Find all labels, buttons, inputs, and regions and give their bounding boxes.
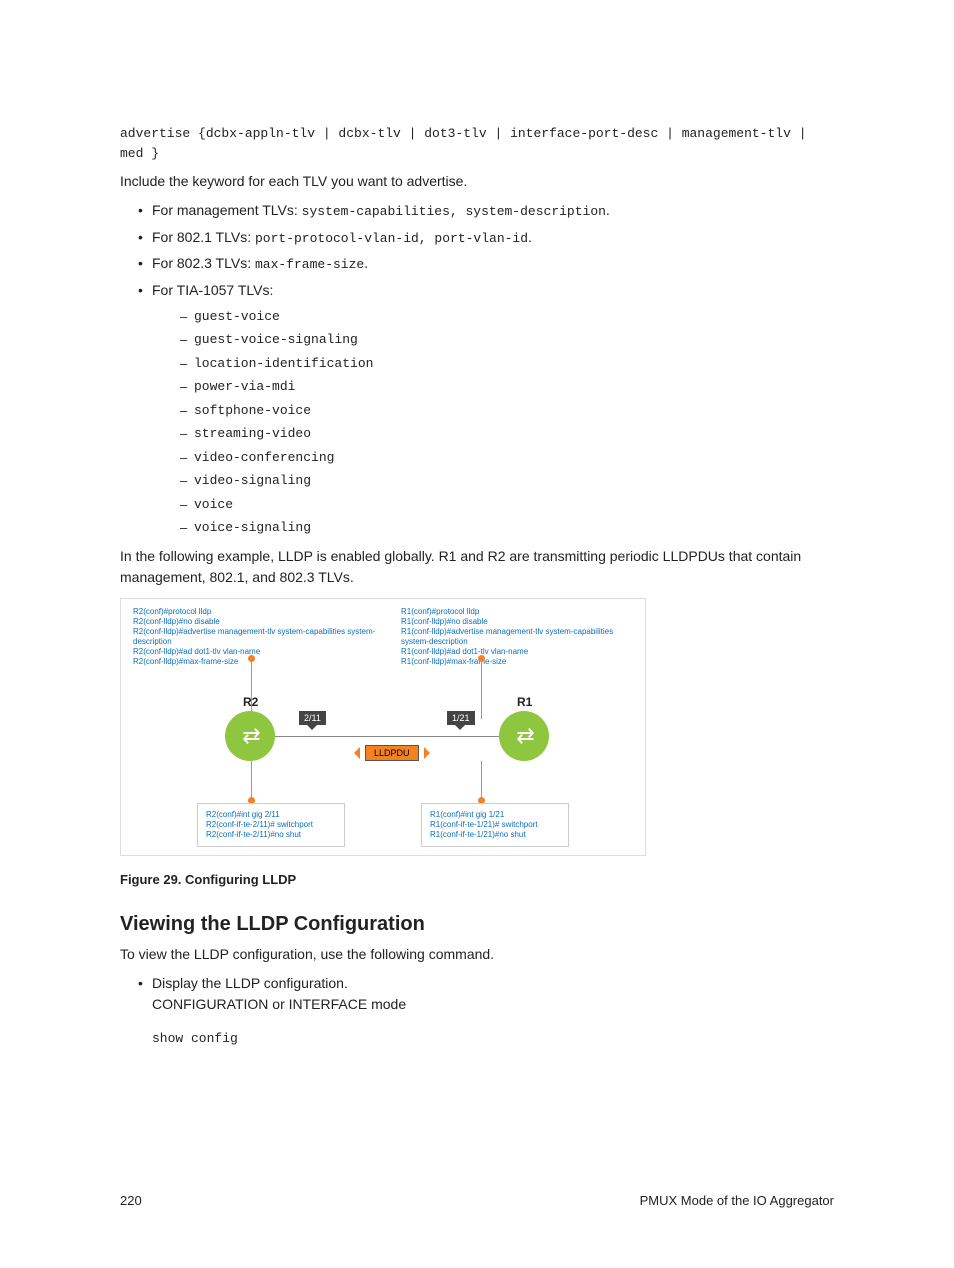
connector-dot	[478, 655, 485, 662]
tlv-group-label: For 802.3 TLVs:	[152, 255, 251, 271]
tlv-group-item: For 802.3 TLVs: max-frame-size.	[138, 253, 834, 275]
router-label-r2: R2	[243, 695, 258, 709]
cfg-line: R1(conf-lldp)#ad dot1-tlv vlan-name	[401, 647, 641, 657]
page-number: 220	[120, 1193, 142, 1208]
tia-item: power-via-mdi	[180, 377, 834, 397]
cfg-line: R1(conf)#int gig 1/21	[430, 810, 560, 820]
tlv-group-label: For TIA-1057 TLVs:	[152, 282, 273, 298]
connector-line	[251, 761, 252, 801]
document-page: advertise {dcbx-appln-tlv | dcbx-tlv | d…	[0, 0, 954, 1268]
tlv-group-trail: .	[606, 202, 610, 218]
router-label-r1: R1	[517, 695, 532, 709]
cfg-line: R2(conf-if-te-2/11)# switchport	[206, 820, 336, 830]
connector-line	[481, 761, 482, 801]
tia-item: softphone-voice	[180, 401, 834, 421]
cfg-line: R1(conf-lldp)#no disable	[401, 617, 641, 627]
tia-item: location-identification	[180, 354, 834, 374]
cfg-line: R2(conf-lldp)#ad dot1-tlv vlan-name	[133, 647, 383, 657]
tlv-group-label: For management TLVs:	[152, 202, 298, 218]
lldp-diagram: R2(conf)#protocol lldp R2(conf-lldp)#no …	[120, 598, 646, 856]
show-command: show config	[152, 1029, 834, 1049]
tia-item: voice-signaling	[180, 518, 834, 538]
view-command-list: Display the LLDP configuration. CONFIGUR…	[120, 973, 834, 1049]
tia-item: guest-voice-signaling	[180, 330, 834, 350]
view-bullet-line1: Display the LLDP configuration.	[152, 973, 834, 994]
tlv-group-trail: .	[528, 229, 532, 245]
cfg-line: R1(conf-if-te-1/21)#no shut	[430, 830, 560, 840]
tlv-group-values: system-capabilities, system-description	[302, 204, 606, 219]
r2-top-config: R2(conf)#protocol lldp R2(conf-lldp)#no …	[133, 607, 383, 667]
tlv-group-item: For TIA-1057 TLVs: guest-voice guest-voi…	[138, 280, 834, 538]
tia-item: guest-voice	[180, 307, 834, 327]
tlv-group-values: max-frame-size	[255, 257, 364, 272]
cfg-line: R2(conf-lldp)#no disable	[133, 617, 383, 627]
code-command-block: advertise {dcbx-appln-tlv | dcbx-tlv | d…	[120, 124, 834, 163]
cfg-line: R2(conf-if-te-2/11)#no shut	[206, 830, 336, 840]
tia-item: video-conferencing	[180, 448, 834, 468]
port-label-r2: 2/11	[299, 711, 326, 725]
tia-item: video-signaling	[180, 471, 834, 491]
tia-item: streaming-video	[180, 424, 834, 444]
tia-item-list: guest-voice guest-voice-signaling locati…	[152, 307, 834, 538]
intro-paragraph: Include the keyword for each TLV you wan…	[120, 171, 834, 192]
r2-bottom-config: R2(conf)#int gig 2/11 R2(conf-if-te-2/11…	[197, 803, 345, 847]
router-icon: ⇄	[499, 711, 549, 761]
view-command-item: Display the LLDP configuration. CONFIGUR…	[138, 973, 834, 1049]
view-bullet-line2: CONFIGURATION or INTERFACE mode	[152, 994, 834, 1015]
cfg-line: R1(conf-lldp)#max-frame-size	[401, 657, 641, 667]
page-footer: 220 PMUX Mode of the IO Aggregator	[120, 1193, 834, 1208]
cfg-line: R2(conf)#int gig 2/11	[206, 810, 336, 820]
tia-item: voice	[180, 495, 834, 515]
connector-line	[251, 659, 252, 719]
tlv-group-values: port-protocol-vlan-id, port-vlan-id	[255, 231, 528, 246]
section-heading: Viewing the LLDP Configuration	[120, 913, 834, 936]
cfg-line: R2(conf-lldp)#max-frame-size	[133, 657, 383, 667]
figure-caption: Figure 29. Configuring LLDP	[120, 870, 834, 890]
connector-dot	[248, 655, 255, 662]
example-paragraph: In the following example, LLDP is enable…	[120, 546, 834, 588]
tlv-group-trail: .	[364, 255, 368, 271]
router-icon: ⇄	[225, 711, 275, 761]
tlv-group-item: For 802.1 TLVs: port-protocol-vlan-id, p…	[138, 227, 834, 249]
cfg-line: R2(conf)#protocol lldp	[133, 607, 383, 617]
cfg-line: R2(conf-lldp)#advertise management-tlv s…	[133, 627, 383, 647]
cfg-line: R1(conf)#protocol lldp	[401, 607, 641, 617]
tlv-group-item: For management TLVs: system-capabilities…	[138, 200, 834, 222]
tlv-group-list: For management TLVs: system-capabilities…	[120, 200, 834, 538]
cfg-line: R1(conf-lldp)#advertise management-tlv s…	[401, 627, 641, 647]
cfg-line: R1(conf-if-te-1/21)# switchport	[430, 820, 560, 830]
lldpdu-packet: LLDPDU	[365, 745, 419, 761]
tlv-group-label: For 802.1 TLVs:	[152, 229, 251, 245]
port-label-r1: 1/21	[447, 711, 475, 725]
connector-line	[481, 659, 482, 719]
r1-top-config: R1(conf)#protocol lldp R1(conf-lldp)#no …	[401, 607, 641, 667]
link-line	[275, 736, 499, 737]
footer-title: PMUX Mode of the IO Aggregator	[640, 1193, 834, 1208]
view-intro: To view the LLDP configuration, use the …	[120, 944, 834, 965]
r1-bottom-config: R1(conf)#int gig 1/21 R1(conf-if-te-1/21…	[421, 803, 569, 847]
